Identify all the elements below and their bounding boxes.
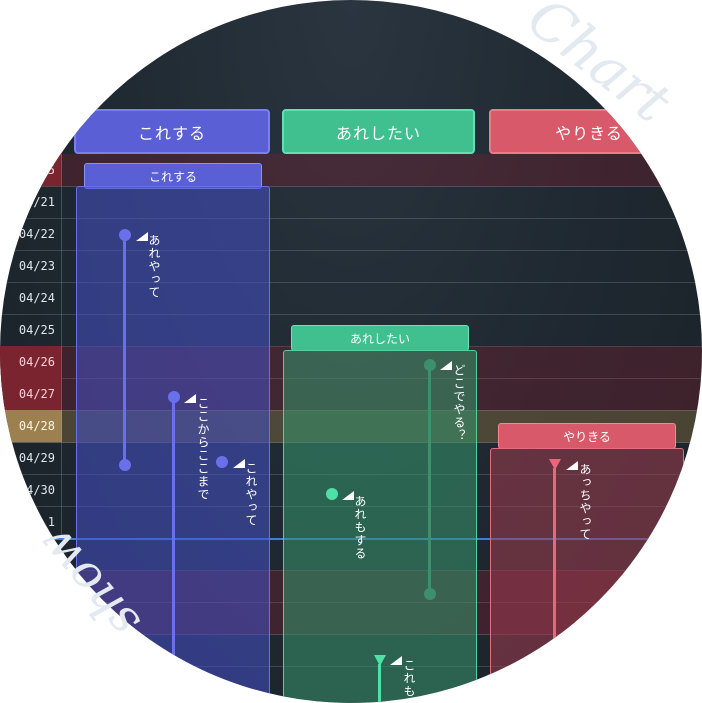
milestone-line bbox=[553, 468, 556, 703]
milestone-start-dot[interactable] bbox=[216, 456, 228, 468]
date-cell: 04/25 bbox=[0, 314, 62, 346]
milestone-line bbox=[428, 365, 431, 594]
date-cell: 04/22 bbox=[0, 218, 62, 250]
date-cell: 04/24 bbox=[0, 282, 62, 314]
milestone-line bbox=[172, 397, 175, 703]
column-header-red[interactable]: やりきる bbox=[489, 109, 689, 154]
date-cell-today: 04/28 bbox=[0, 410, 62, 442]
date-cell: 4/30 bbox=[0, 474, 62, 506]
milestone-start-dot[interactable] bbox=[168, 391, 180, 403]
milestone-label: これも bbox=[402, 659, 416, 698]
date-cell-holiday: 04/26 bbox=[0, 346, 62, 378]
milestone-end-dot[interactable] bbox=[424, 588, 436, 600]
task-label-green[interactable]: あれしたい bbox=[291, 325, 469, 351]
milestone-line bbox=[123, 235, 126, 465]
column-header-blue[interactable]: これする bbox=[74, 109, 270, 154]
milestone-line bbox=[378, 664, 381, 703]
milestone-label: ここからここまで bbox=[196, 397, 210, 501]
date-cell: 1 bbox=[0, 506, 62, 538]
milestone-label: どこでやる？ bbox=[452, 364, 466, 442]
milestone-label: あっちやって bbox=[578, 463, 592, 541]
milestone-label: あれやって bbox=[147, 234, 161, 299]
date-cell: 5 bbox=[0, 154, 62, 186]
date-cell: 4/21 bbox=[0, 186, 62, 218]
date-cell: 04/29 bbox=[0, 442, 62, 474]
milestone-label: あれもする bbox=[353, 495, 367, 560]
milestone-start-dot[interactable] bbox=[119, 229, 131, 241]
task-label-red[interactable]: やりきる bbox=[498, 423, 676, 449]
milestone-start-dot[interactable] bbox=[326, 488, 338, 500]
gantt-chart-viewport: 5 4/21 04/22 04/23 04/24 04/25 04/26 04/… bbox=[0, 0, 702, 703]
milestone-end-dot[interactable] bbox=[119, 459, 131, 471]
column-header-green[interactable]: あれしたい bbox=[282, 109, 475, 154]
task-bar-green[interactable] bbox=[283, 350, 477, 703]
date-cell-holiday: 04/27 bbox=[0, 378, 62, 410]
date-cell: 04/23 bbox=[0, 250, 62, 282]
milestone-start-dot[interactable] bbox=[424, 359, 436, 371]
milestone-label: これやって bbox=[244, 462, 258, 527]
